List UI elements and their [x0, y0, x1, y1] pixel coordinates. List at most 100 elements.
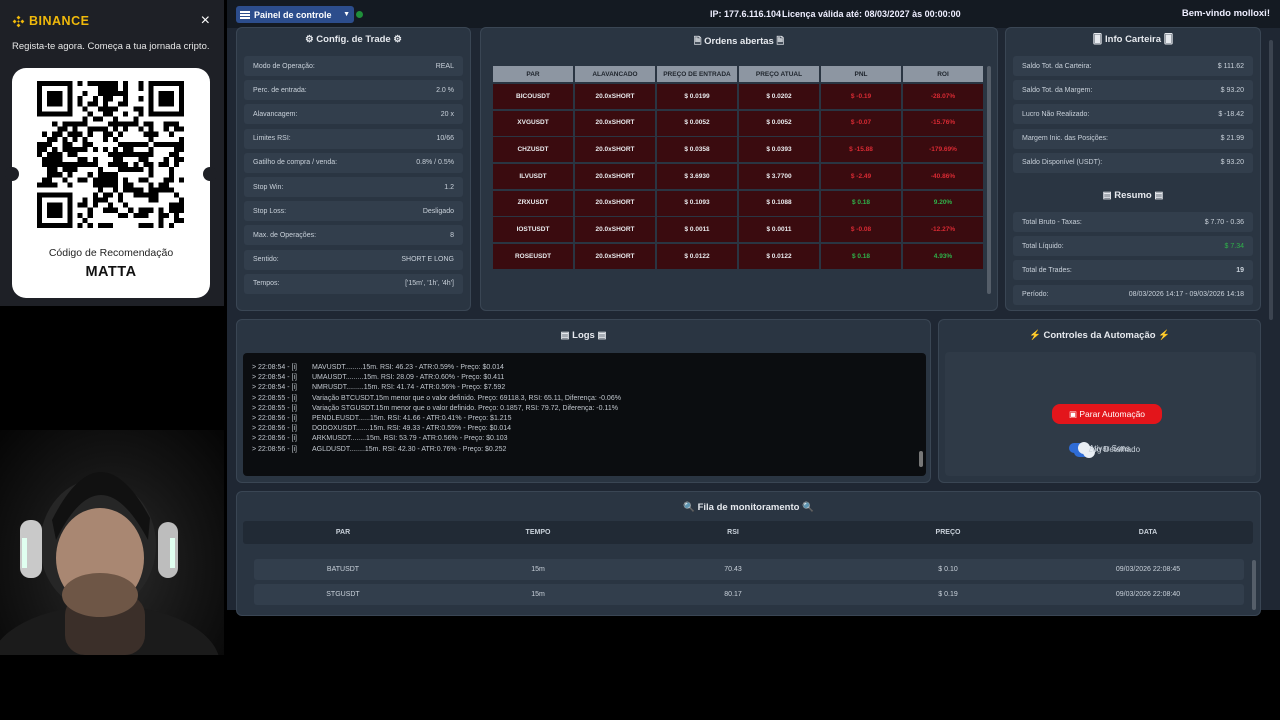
- close-icon[interactable]: ×: [201, 12, 210, 30]
- wallet-label: Margem Inic. das Posições:: [1022, 135, 1108, 143]
- controls-inner: ▣ Parar Automação Log Detalhado: [945, 352, 1256, 476]
- trade-config-title-text: Config. de Trade: [316, 34, 391, 45]
- wallet-label: Saldo Tot. da Carteira:: [1022, 62, 1092, 70]
- config-row: Stop Win: 1.2: [244, 177, 463, 197]
- order-entry-price: $ 0.0122: [657, 244, 737, 270]
- queue-cell: 15m: [531, 566, 545, 573]
- order-leverage: 20.0x SHORT: [575, 164, 655, 190]
- order-leverage: 20.0x SHORT: [575, 110, 655, 136]
- sounds-toggle[interactable]: [1069, 442, 1090, 454]
- top-bar: Painel de controle ▼ IP: 177.6.116.104 L…: [227, 0, 1280, 28]
- panel-menu-button[interactable]: Painel de controle ▼: [236, 6, 354, 23]
- referral-code: MATTA: [85, 264, 137, 280]
- order-row[interactable]: ROSEUSDT 20.0x SHORT $ 0.0122 $ 0.0122 $ 0.18…: [493, 244, 985, 270]
- document-icon: 🗎: [776, 36, 785, 47]
- trade-config-title: ⚙ Config. de Trade ⚙: [237, 34, 470, 45]
- ip-address: IP: 177.6.116.104: [710, 9, 782, 19]
- queue-cell: $ 0.10: [938, 566, 958, 573]
- order-pnl: $ -0.07: [821, 110, 901, 136]
- order-current-price: $ 0.0202: [739, 84, 819, 109]
- orders-header-cell: ALAVANCADO: [575, 66, 655, 82]
- log-console[interactable]: > 22:08:54 - [i] MAVUSDT.........15m. RSI…: [243, 353, 926, 476]
- order-entry-price: $ 0.1093: [657, 190, 737, 216]
- lightning-icon: ⚡: [1028, 330, 1041, 341]
- order-leverage: 20.0x SHORT: [575, 190, 655, 216]
- log-line: > 22:08:54 - [i] UMAUSDT.........15m. RSI…: [252, 373, 926, 383]
- order-row[interactable]: XVGUSDT 20.0x SHORT $ 0.0052 $ 0.0052 $ -0.07…: [493, 110, 985, 136]
- automation-controls-panel: ⚡ Controles da Automação ⚡ ▣ Parar Autom…: [938, 319, 1261, 483]
- order-row[interactable]: IOSTUSDT 20.0x SHORT $ 0.0011 $ 0.0011 $ -0.0…: [493, 217, 985, 243]
- order-leverage-value: 20.0x: [595, 252, 612, 260]
- summary-label: Período:: [1022, 291, 1049, 299]
- queue-scrollbar[interactable]: [1252, 560, 1256, 610]
- order-pair: ROSEUSDT: [493, 244, 573, 270]
- config-row: Perc. de entrada: 2.0 %: [244, 80, 463, 101]
- card-notch-right: [203, 167, 217, 181]
- orders-header-cell: ROI: [903, 66, 983, 82]
- queue-header-cell: PREÇO: [935, 529, 961, 536]
- order-entry-price: $ 0.0358: [657, 137, 737, 163]
- stop-icon: ▣: [1068, 408, 1080, 419]
- queue-cell: 70.43: [724, 566, 742, 573]
- order-pnl: $ -0.19: [821, 84, 901, 109]
- order-row[interactable]: CHZUSDT 20.0x SHORT $ 0.0358 $ 0.0393 $ -15.8…: [493, 137, 985, 163]
- log-message: ARKMUSDT........15m. RSI: 53.79 - ATR:0.…: [312, 435, 508, 443]
- summary-row: Total Líquido: $ 7.34: [1013, 236, 1253, 257]
- order-side: SHORT: [611, 145, 635, 153]
- order-row[interactable]: ILVUSDT 20.0x SHORT $ 3.6930 $ 3.7700 $ -2.49…: [493, 164, 985, 190]
- open-orders-table: PAR ALAVANCADO PREÇO DE ENTRADA PREÇO ATUAL…: [493, 66, 985, 271]
- order-side: SHORT: [611, 225, 635, 233]
- gear-icon: ⚙: [305, 34, 314, 45]
- wallet-value: $ 21.99: [1220, 135, 1244, 143]
- wallet-value: $ 111.62: [1217, 62, 1244, 70]
- wallet-row: Lucro Não Realizado: $ -18.42: [1013, 104, 1253, 125]
- summary-icon: ▤: [1154, 190, 1164, 201]
- monitoring-queue-panel: 🔍 Fila de monitoramento 🔍 PAR TEMPO RSI PRE…: [236, 491, 1261, 616]
- queue-row[interactable]: BATUSDT 15m 70.43 $ 0.10 09/03/2026 22:08:45: [254, 559, 1244, 580]
- queue-row[interactable]: STGUSDT 15m 80.17 $ 0.19 09/03/2026 22:08:40: [254, 584, 1244, 605]
- wallet-icon: 🂠: [1163, 34, 1174, 45]
- log-scrollbar[interactable]: [919, 451, 923, 467]
- config-value: 2.0 %: [436, 86, 454, 94]
- config-value: 8: [450, 231, 454, 239]
- monitoring-queue-title: 🔍 Fila de monitoramento 🔍: [237, 502, 1260, 513]
- order-roi: -28.07%: [903, 84, 983, 109]
- config-value: REAL: [435, 62, 454, 70]
- config-value: 1.2: [444, 183, 454, 191]
- config-row: Max. de Operações: 8: [244, 225, 463, 246]
- orders-header-cell: PAR: [493, 66, 573, 82]
- log-line: > 22:08:56 - [i] ARKMUSDT........15m. RSI…: [252, 434, 926, 444]
- card-notch-left: [5, 167, 19, 181]
- binance-logo: BINANCE: [12, 14, 89, 28]
- order-leverage-value: 20.0x: [595, 145, 612, 153]
- config-label: Stop Win:: [253, 183, 284, 191]
- orders-scrollbar[interactable]: [987, 66, 991, 294]
- wallet-value: $ -18.42: [1218, 110, 1244, 118]
- order-leverage-value: 20.0x: [595, 92, 612, 100]
- order-entry-price: $ 0.0052: [657, 110, 737, 136]
- order-roi: -12.27%: [903, 217, 983, 243]
- wallet-value: $ 93.20: [1220, 86, 1244, 94]
- log-message: NMRUSDT.........15m. RSI: 41.74 - ATR:0.…: [312, 384, 506, 392]
- trade-config-panel: ⚙ Config. de Trade ⚙ Modo de Operação: RE…: [236, 27, 471, 311]
- queue-cell: STGUSDT: [326, 591, 360, 598]
- hamburger-icon: [240, 10, 250, 19]
- order-pair: ZRXUSDT: [493, 190, 573, 216]
- order-row[interactable]: ZRXUSDT 20.0x SHORT $ 0.1093 $ 0.1088 $ 0.18 9…: [493, 190, 985, 216]
- monitoring-queue-title-text: Fila de monitoramento: [697, 502, 800, 513]
- order-row[interactable]: BICOUSDT 20.0x SHORT $ 0.0199 $ 0.0202 $ -0.1…: [493, 84, 985, 109]
- order-side: SHORT: [611, 199, 635, 207]
- document-icon: ▤: [560, 330, 570, 341]
- queue-header-cell: TEMPO: [525, 529, 551, 536]
- log-lines: > 22:08:54 - [i] MAVUSDT.........15m. RSI…: [252, 363, 926, 455]
- page-scrollbar[interactable]: [1269, 40, 1273, 320]
- order-roi: 9.20%: [903, 190, 983, 216]
- logs-panel: ▤ Logs ▤ > 22:08:54 - [i] MAVUSDT........…: [236, 319, 931, 483]
- stop-automation-button[interactable]: ▣ Parar Automação: [1052, 404, 1162, 424]
- config-label: Tempos:: [253, 280, 280, 288]
- order-roi: -40.86%: [903, 164, 983, 190]
- order-current-price: $ 3.7700: [739, 164, 819, 190]
- order-roi: -179.69%: [903, 137, 983, 163]
- order-leverage: 20.0x SHORT: [575, 244, 655, 270]
- log-line: > 22:08:55 - [i] Variação STGUSDT.15m men…: [252, 404, 926, 414]
